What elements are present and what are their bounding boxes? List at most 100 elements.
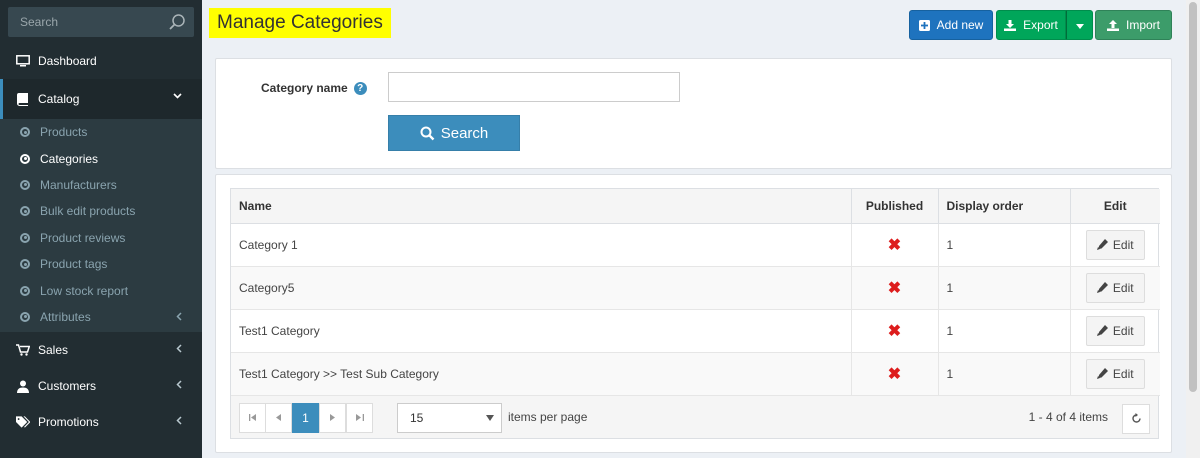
pencil-icon [1096, 368, 1108, 379]
import-button[interactable]: Import [1095, 10, 1172, 40]
column-header-edit: Edit [1070, 189, 1160, 224]
download-icon [1004, 19, 1017, 31]
grid-panel: Name Published Display order Edit Catego… [215, 174, 1172, 453]
circle-icon [20, 153, 30, 164]
prev-page-icon [276, 414, 281, 421]
unpublished-x-icon: ✖ [887, 365, 902, 383]
first-page-icon [248, 414, 256, 421]
sidebar-item-manufacturers[interactable]: Manufacturers [0, 172, 202, 198]
first-page-button[interactable] [239, 402, 266, 433]
sidebar-item-products[interactable]: Products [0, 119, 202, 145]
page-scrollbar[interactable] [1186, 0, 1200, 458]
last-page-button[interactable] [346, 402, 373, 433]
cell-published: ✖ [851, 352, 939, 396]
sidebar-item-label: Product reviews [40, 230, 126, 245]
scrollbar-thumb[interactable] [1189, 2, 1197, 392]
sidebar-item-label: Customers [38, 379, 97, 394]
page-size-value: 15 [410, 410, 424, 425]
export-label: Export [1023, 18, 1058, 32]
edit-button-label: Edit [1112, 280, 1134, 295]
sidebar-search [8, 7, 194, 37]
sidebar-item-catalog[interactable]: Catalog [0, 79, 202, 119]
table-row[interactable]: Test1 Category ✖ 1 Edit [231, 309, 1160, 353]
chevron-down-icon [173, 91, 182, 102]
cart-icon [16, 344, 30, 356]
circle-icon [20, 206, 30, 217]
page-title: Manage Categories [209, 8, 391, 38]
search-panel: Category name ? Search [215, 58, 1172, 169]
refresh-icon [1131, 413, 1141, 423]
grid-pager: 1 15 items per page 1 - 4 of 4 items [231, 395, 1158, 438]
cell-name: Test1 Category [231, 309, 852, 353]
monitor-icon [16, 55, 30, 67]
search-icon[interactable] [168, 13, 186, 34]
chevron-left-icon [176, 416, 182, 428]
page-size-select[interactable]: 15 [397, 402, 502, 433]
upload-icon [1106, 19, 1119, 31]
sidebar-item-label: Catalog [38, 92, 80, 106]
plus-square-icon [918, 19, 930, 31]
catalog-submenu: Products Categories Manufacturers Bulk e… [0, 119, 202, 333]
sidebar-item-label: Categories [40, 151, 99, 166]
sidebar-search-input[interactable] [8, 7, 158, 37]
column-header-name[interactable]: Name [231, 189, 852, 224]
circle-icon [20, 311, 30, 322]
add-new-label: Add new [936, 18, 984, 32]
column-header-published[interactable]: Published [851, 189, 939, 224]
edit-button[interactable]: Edit [1085, 315, 1145, 346]
cell-edit: Edit [1070, 309, 1160, 353]
table-row[interactable]: Category5 ✖ 1 Edit [231, 266, 1160, 310]
page-size-label: items per page [508, 409, 588, 424]
book-icon [16, 92, 30, 106]
sidebar-item-customers[interactable]: Customers [0, 368, 202, 404]
cell-published: ✖ [851, 223, 939, 267]
sidebar-item-label: Bulk edit products [40, 204, 136, 219]
last-page-icon [355, 414, 364, 421]
sidebar-item-product-tags[interactable]: Product tags [0, 251, 202, 277]
edit-button[interactable]: Edit [1085, 358, 1145, 389]
export-button[interactable]: Export [996, 10, 1066, 40]
circle-icon [20, 232, 30, 243]
sidebar-item-categories[interactable]: Categories [0, 145, 202, 171]
sidebar-item-bulk-edit-products[interactable]: Bulk edit products [0, 198, 202, 224]
edit-button-label: Edit [1112, 323, 1134, 338]
sidebar-item-attributes[interactable]: Attributes [0, 304, 202, 330]
sidebar: Dashboard Catalog Products Categories Ma [0, 0, 202, 458]
sidebar-item-label: Promotions [38, 415, 99, 430]
sidebar-item-promotions[interactable]: Promotions [0, 404, 202, 440]
chevron-left-icon [176, 380, 182, 392]
pencil-icon [1096, 239, 1108, 250]
sidebar-item-product-reviews[interactable]: Product reviews [0, 225, 202, 251]
chevron-left-icon [176, 344, 182, 356]
category-name-input[interactable] [388, 72, 680, 102]
pager-info: 1 - 4 of 4 items [1028, 409, 1108, 424]
circle-icon [20, 127, 30, 138]
search-button[interactable]: Search [388, 115, 520, 151]
sidebar-item-low-stock-report[interactable]: Low stock report [0, 277, 202, 303]
cell-published: ✖ [851, 266, 939, 310]
add-new-button[interactable]: Add new [909, 10, 993, 40]
edit-button[interactable]: Edit [1085, 229, 1145, 260]
next-page-button[interactable] [319, 402, 346, 433]
import-label: Import [1125, 18, 1160, 32]
cell-edit: Edit [1070, 352, 1160, 396]
cell-name: Category5 [231, 266, 852, 310]
sidebar-item-label: Attributes [40, 309, 91, 324]
table-row[interactable]: Test1 Category >> Test Sub Category ✖ 1 … [231, 352, 1160, 396]
export-dropdown-toggle[interactable] [1066, 10, 1093, 40]
next-page-icon [330, 414, 335, 421]
question-circle-icon[interactable]: ? [353, 81, 367, 95]
sidebar-item-label: Dashboard [38, 54, 97, 68]
circle-icon [20, 259, 30, 270]
page-button-current[interactable]: 1 [292, 402, 319, 433]
sidebar-item-sales[interactable]: Sales [0, 332, 202, 368]
categories-table: Name Published Display order Edit Catego… [231, 189, 1160, 396]
caret-down-icon [1075, 18, 1084, 32]
prev-page-button[interactable] [265, 402, 292, 433]
column-header-display-order[interactable]: Display order [938, 189, 1071, 224]
refresh-button[interactable] [1122, 403, 1150, 434]
sidebar-item-dashboard[interactable]: Dashboard [0, 43, 202, 79]
table-row[interactable]: Category 1 ✖ 1 Edit [231, 223, 1160, 267]
cell-display-order: 1 [938, 223, 1071, 267]
edit-button[interactable]: Edit [1085, 272, 1145, 303]
